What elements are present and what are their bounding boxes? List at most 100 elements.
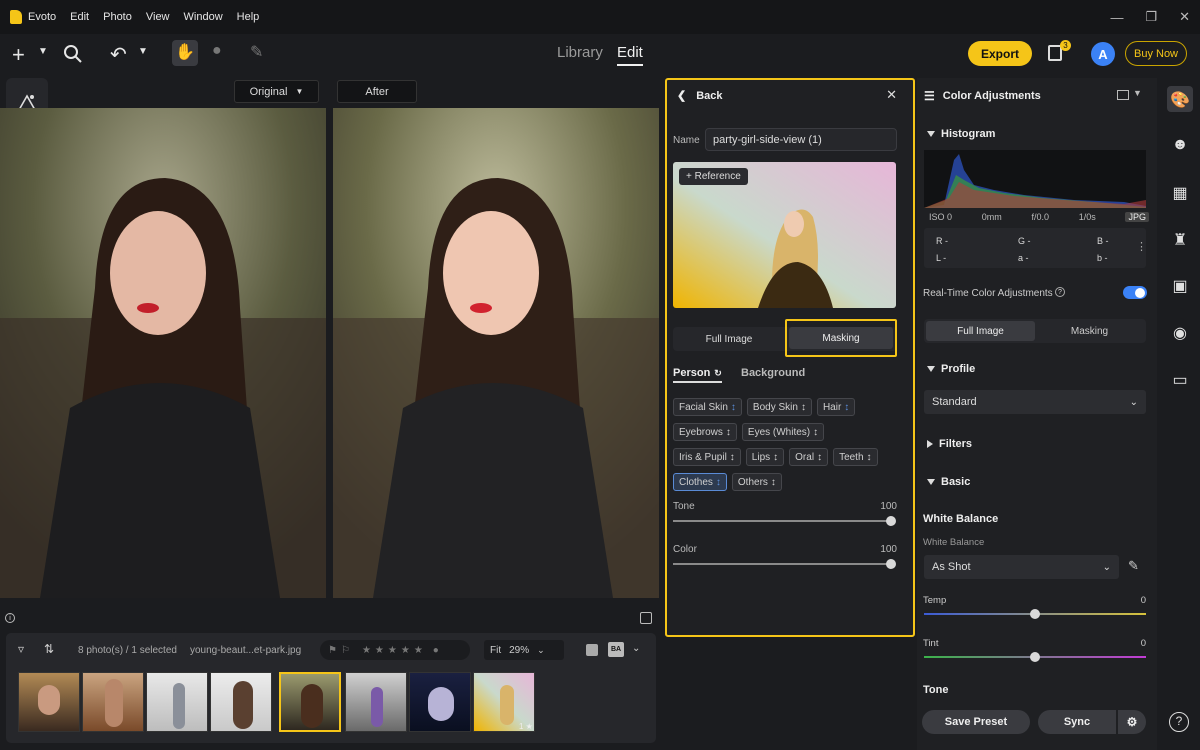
panel-layout-icon[interactable] [1117, 90, 1129, 100]
more-icon[interactable]: ⋮ [1136, 240, 1147, 253]
original-dropdown[interactable]: Original ▼ [234, 80, 319, 103]
single-view-icon[interactable] [586, 644, 598, 656]
basic-section[interactable]: Basic [927, 476, 970, 488]
masking-tab-right[interactable]: Masking [1035, 321, 1144, 341]
compare-view-icon[interactable] [640, 612, 652, 624]
chip-iris-pupil[interactable]: Iris & Pupil ↕ [673, 448, 741, 466]
star-icon[interactable]: ★ [401, 645, 410, 656]
chip-clothes[interactable]: Clothes ↕ [673, 473, 727, 491]
filter-icon[interactable]: ▿ [18, 642, 24, 656]
after-photo[interactable] [333, 108, 659, 598]
chip-eyes-whites[interactable]: Eyes (Whites) ↕ [741, 423, 825, 441]
collapse-icon [927, 131, 935, 137]
avatar[interactable]: A [1091, 42, 1115, 66]
grid-texture-icon[interactable]: ▦ [1170, 183, 1190, 202]
maximize-icon[interactable]: ❐ [1145, 9, 1157, 25]
undo-icon[interactable]: ↶ [110, 42, 127, 67]
background-tab[interactable]: Background [741, 367, 805, 379]
white-balance-select[interactable]: As Shot ⌄ [924, 555, 1119, 579]
minimize-icon[interactable]: — [1110, 10, 1123, 25]
folder-icon[interactable]: ▭ [1170, 370, 1190, 389]
eyedropper-icon[interactable]: ✎ [1128, 558, 1139, 574]
thumbnail-3[interactable] [146, 672, 208, 732]
hand-tool-icon[interactable]: ✋ [172, 40, 198, 66]
original-photo[interactable] [0, 108, 326, 598]
chip-oral[interactable]: Oral ↕ [789, 448, 829, 466]
before-after-icon[interactable]: BA [608, 642, 624, 657]
chip-teeth[interactable]: Teeth ↕ [833, 448, 878, 466]
crop-icon[interactable]: ▣ [1170, 276, 1190, 295]
filters-section[interactable]: Filters [927, 438, 972, 450]
chip-eyebrows[interactable]: Eyebrows ↕ [673, 423, 737, 441]
search-icon[interactable] [63, 44, 83, 64]
buy-now-button[interactable]: Buy Now [1125, 41, 1187, 66]
profile-section[interactable]: Profile [927, 363, 975, 375]
fit-label[interactable]: Fit [490, 645, 501, 656]
full-image-tab-right[interactable]: Full Image [926, 321, 1035, 341]
thumbnail-2[interactable] [82, 672, 144, 732]
profile-select[interactable]: Standard ⌄ [924, 390, 1146, 414]
clothes-icon[interactable]: ♜ [1170, 230, 1190, 249]
menu-view[interactable]: View [146, 11, 170, 23]
histogram-section[interactable]: Histogram [927, 128, 995, 140]
chip-hair[interactable]: Hair ↕ [816, 398, 856, 416]
thumbnail-4[interactable] [210, 672, 272, 732]
help-icon[interactable]: ? [1055, 287, 1065, 297]
thumbnail-5-selected[interactable] [279, 672, 341, 732]
tab-library[interactable]: Library [557, 44, 603, 61]
color-label-icon[interactable]: ● [433, 645, 439, 656]
add-reference-button[interactable]: + Reference [679, 168, 748, 185]
tint-slider-knob[interactable] [1030, 652, 1040, 662]
mask-brush-icon[interactable]: ● [212, 42, 222, 60]
temp-slider-knob[interactable] [1030, 609, 1040, 619]
menu-edit[interactable]: Edit [70, 11, 89, 23]
masking-tab[interactable]: Masking [789, 327, 893, 349]
chevron-down-icon[interactable]: ▼ [1133, 88, 1142, 98]
tab-edit[interactable]: Edit [617, 44, 643, 66]
undo-menu-chevron-icon[interactable]: ▼ [138, 46, 148, 57]
person-tab[interactable]: Person ↻ [673, 367, 722, 383]
chevron-down-icon[interactable]: ⌄ [632, 643, 640, 654]
help-circle-icon[interactable]: ? [1169, 712, 1189, 732]
sync-settings-icon[interactable]: ⚙ [1118, 710, 1146, 734]
color-slider-knob[interactable] [886, 559, 896, 569]
thumbnail-7[interactable] [409, 672, 471, 732]
star-icon[interactable]: ★ [362, 645, 371, 656]
close-icon[interactable]: ✕ [886, 87, 897, 103]
camera-icon[interactable]: ◉ [1170, 323, 1190, 342]
chip-lips[interactable]: Lips ↕ [745, 448, 785, 466]
back-button[interactable]: ❮ Back [677, 89, 723, 103]
save-preset-button[interactable]: Save Preset [922, 710, 1030, 734]
full-image-tab[interactable]: Full Image [673, 327, 785, 351]
menu-window[interactable]: Window [184, 11, 223, 23]
unflag-icon[interactable]: ⚐ [341, 645, 350, 656]
menu-app[interactable]: Evoto [28, 11, 56, 23]
flag-icon[interactable]: ⚑ [328, 645, 337, 656]
color-slider[interactable] [673, 563, 893, 565]
sync-button[interactable]: Sync [1038, 710, 1116, 734]
star-icon[interactable]: ★ [388, 645, 397, 656]
eraser-icon[interactable]: ✎ [250, 42, 263, 62]
info-icon[interactable]: i [5, 613, 15, 623]
chevron-down-icon[interactable]: ▼ [38, 46, 48, 57]
tone-slider[interactable] [673, 520, 893, 522]
face-icon[interactable]: ☻ [1170, 136, 1190, 154]
realtime-toggle[interactable] [1123, 286, 1147, 299]
thumbnail-6[interactable] [345, 672, 407, 732]
export-button[interactable]: Export [968, 41, 1032, 66]
zoom-control[interactable]: Fit 29% ⌄ [484, 640, 564, 660]
tone-slider-knob[interactable] [886, 516, 896, 526]
menu-help[interactable]: Help [237, 11, 260, 23]
chip-body-skin[interactable]: Body Skin ↕ [746, 398, 812, 416]
star-icon[interactable]: ★ [414, 645, 423, 656]
close-window-icon[interactable]: ✕ [1179, 9, 1190, 25]
star-icon[interactable]: ★ [375, 645, 384, 656]
chip-others[interactable]: Others ↕ [731, 473, 782, 491]
name-field[interactable]: party-girl-side-view (1) [705, 128, 897, 151]
thumbnail-1[interactable] [18, 672, 80, 732]
toggle-icon: ↕ [725, 426, 731, 438]
chip-facial-skin[interactable]: Facial Skin ↕ [673, 398, 742, 416]
add-icon[interactable]: + [12, 42, 25, 68]
sort-icon[interactable]: ⇅ [44, 642, 54, 656]
menu-photo[interactable]: Photo [103, 11, 132, 23]
